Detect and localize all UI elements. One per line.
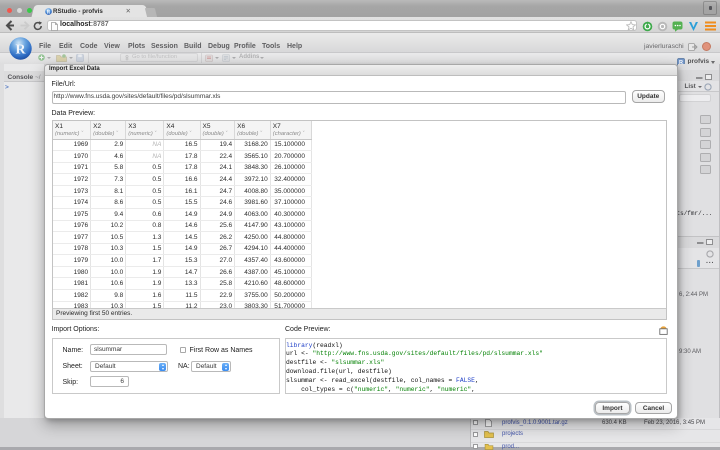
svg-text:R: R <box>15 42 26 57</box>
